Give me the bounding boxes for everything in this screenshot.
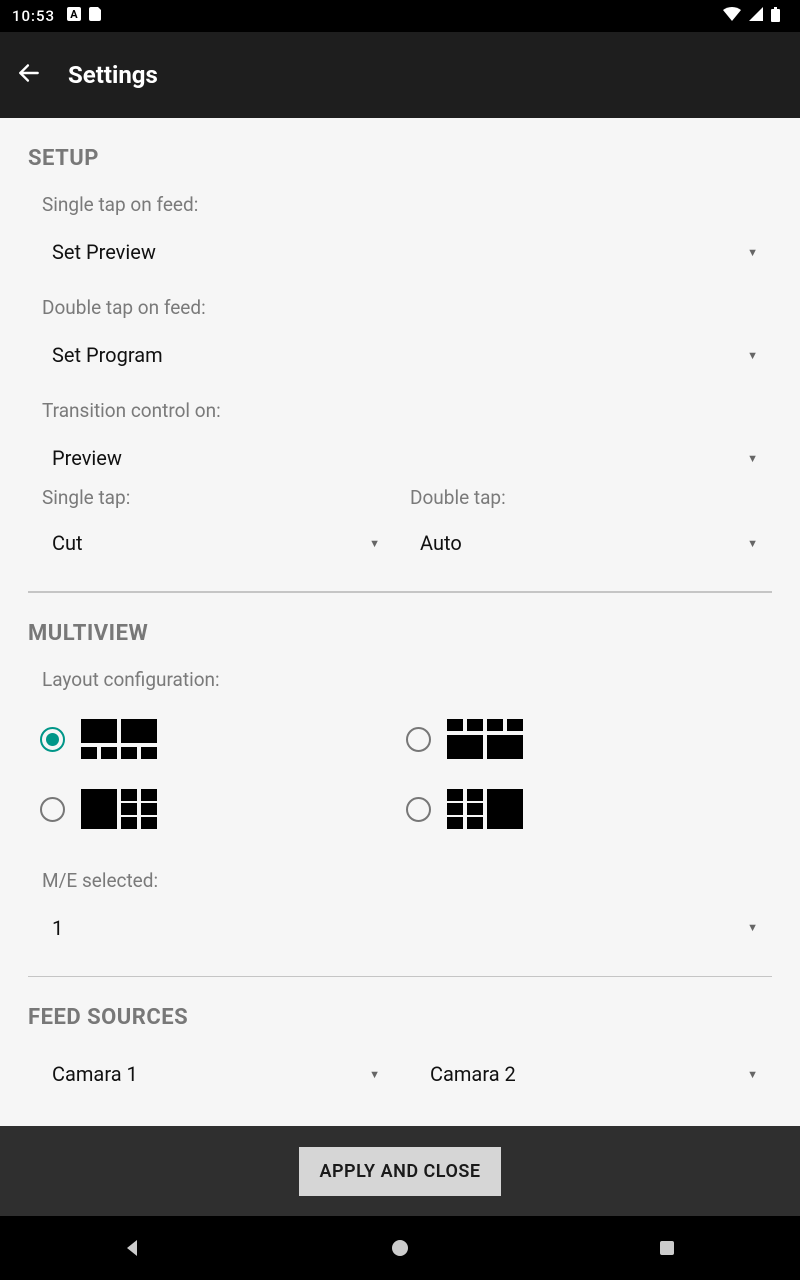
layout-option-4[interactable] bbox=[406, 775, 772, 845]
back-arrow-icon[interactable] bbox=[16, 60, 42, 90]
me-selected-select[interactable]: 1 ▼ bbox=[28, 906, 772, 950]
feed-source-2-value: Camara 2 bbox=[430, 1062, 516, 1086]
svg-text:A: A bbox=[70, 8, 78, 21]
chevron-down-icon: ▼ bbox=[747, 349, 758, 362]
nav-home-icon[interactable] bbox=[360, 1228, 440, 1268]
chevron-down-icon: ▼ bbox=[747, 246, 758, 259]
layout-config-label: Layout configuration: bbox=[42, 668, 772, 691]
status-bar: 10:53 A bbox=[0, 0, 800, 32]
app-bar: Settings bbox=[0, 32, 800, 118]
single-tap-select[interactable]: Cut ▼ bbox=[28, 521, 394, 565]
sd-card-icon bbox=[89, 7, 101, 25]
single-tap-feed-value: Set Preview bbox=[52, 240, 156, 264]
battery-icon bbox=[771, 7, 780, 26]
double-tap-value: Auto bbox=[420, 531, 462, 555]
nav-back-icon[interactable] bbox=[93, 1228, 173, 1268]
divider bbox=[28, 591, 772, 593]
feed-source-2-select[interactable]: Camara 2 ▼ bbox=[406, 1052, 772, 1096]
page-title: Settings bbox=[68, 61, 158, 89]
layout-preview-icon bbox=[81, 719, 159, 761]
transition-control-label: Transition control on: bbox=[42, 399, 772, 422]
double-tap-feed-label: Double tap on feed: bbox=[42, 296, 772, 319]
signal-icon bbox=[749, 7, 763, 25]
transition-control-value: Preview bbox=[52, 446, 122, 470]
chevron-down-icon: ▼ bbox=[747, 921, 758, 934]
layout-option-1[interactable] bbox=[40, 705, 406, 775]
layout-option-3[interactable] bbox=[40, 775, 406, 845]
chevron-down-icon: ▼ bbox=[747, 537, 758, 550]
section-feed-sources-title: FEED SOURCES bbox=[28, 1005, 772, 1030]
settings-content: SETUP Single tap on feed: Set Preview ▼ … bbox=[0, 118, 800, 1126]
section-multiview-title: MULTIVIEW bbox=[28, 621, 772, 646]
single-tap-feed-label: Single tap on feed: bbox=[42, 193, 772, 216]
chevron-down-icon: ▼ bbox=[747, 1068, 758, 1081]
double-tap-feed-select[interactable]: Set Program ▼ bbox=[28, 333, 772, 377]
double-tap-label: Double tap: bbox=[410, 486, 772, 509]
chevron-down-icon: ▼ bbox=[747, 452, 758, 465]
bottom-bar: APPLY AND CLOSE bbox=[0, 1126, 800, 1216]
chevron-down-icon: ▼ bbox=[369, 1068, 380, 1081]
single-tap-value: Cut bbox=[52, 531, 83, 555]
status-clock: 10:53 bbox=[12, 7, 55, 25]
keyboard-indicator-icon: A bbox=[67, 7, 81, 25]
section-setup-title: SETUP bbox=[28, 146, 772, 171]
layout-preview-icon bbox=[447, 789, 525, 831]
radio-icon bbox=[40, 727, 65, 752]
nav-recents-icon[interactable] bbox=[627, 1228, 707, 1268]
single-tap-label: Single tap: bbox=[42, 486, 394, 509]
single-tap-feed-select[interactable]: Set Preview ▼ bbox=[28, 230, 772, 274]
me-selected-label: M/E selected: bbox=[42, 869, 772, 892]
layout-preview-icon bbox=[447, 719, 525, 761]
radio-icon bbox=[406, 727, 431, 752]
divider bbox=[28, 976, 772, 978]
transition-control-select[interactable]: Preview ▼ bbox=[28, 436, 772, 480]
layout-option-2[interactable] bbox=[406, 705, 772, 775]
feed-source-1-select[interactable]: Camara 1 ▼ bbox=[28, 1052, 394, 1096]
radio-icon bbox=[40, 797, 65, 822]
layout-preview-icon bbox=[81, 789, 159, 831]
feed-source-1-value: Camara 1 bbox=[52, 1062, 138, 1086]
double-tap-feed-value: Set Program bbox=[52, 343, 163, 367]
me-selected-value: 1 bbox=[52, 916, 63, 940]
radio-icon bbox=[406, 797, 431, 822]
wifi-icon bbox=[723, 7, 741, 25]
apply-and-close-button[interactable]: APPLY AND CLOSE bbox=[299, 1147, 500, 1196]
chevron-down-icon: ▼ bbox=[369, 537, 380, 550]
nav-bar bbox=[0, 1216, 800, 1280]
double-tap-select[interactable]: Auto ▼ bbox=[406, 521, 772, 565]
